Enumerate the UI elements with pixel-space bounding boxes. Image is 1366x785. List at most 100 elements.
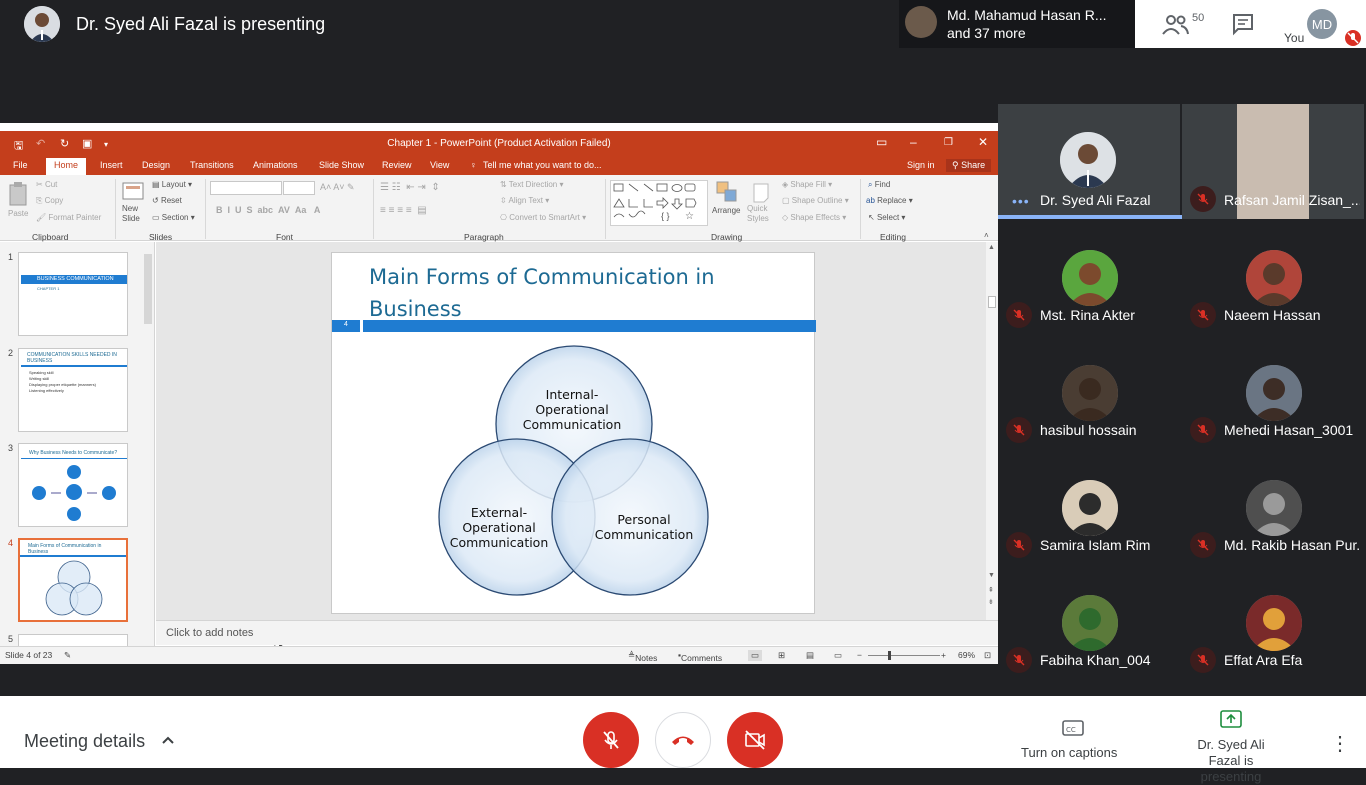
shape-effects-button[interactable]: ◇ Shape Effects ▾ (782, 213, 846, 222)
thumbnails-scrollbar[interactable] (143, 250, 153, 650)
find-button[interactable]: ⌕ Find (868, 180, 890, 190)
fit-slide-icon[interactable]: ⊡ (984, 650, 991, 661)
new-slide-icon[interactable] (122, 180, 144, 202)
layout-button[interactable]: ▤ Layout ▾ (152, 180, 192, 189)
convert-smartart-button[interactable]: ⎔ Convert to SmartArt ▾ (500, 213, 586, 222)
current-slide[interactable]: Main Forms of Communication in Business … (331, 252, 816, 614)
tab-animations[interactable]: Animations (253, 160, 298, 170)
captions-icon[interactable]: CC (1062, 720, 1084, 736)
tell-me-box[interactable]: Tell me what you want to do... (483, 160, 602, 170)
zoom-slider-thumb[interactable] (888, 651, 891, 660)
tab-home[interactable]: Home (46, 158, 87, 175)
tab-file[interactable]: File (13, 160, 28, 170)
tab-transitions[interactable]: Transitions (190, 160, 234, 170)
shape-outline-button[interactable]: ▢ Shape Outline ▾ (782, 196, 849, 205)
participant-tile[interactable]: Mehedi Hasan_3001 (1182, 334, 1364, 449)
participant-tile[interactable]: Samira Islam Rim (998, 449, 1180, 564)
notes-toggle[interactable]: ≜ Notes (628, 650, 657, 663)
camera-toggle-button[interactable] (727, 712, 783, 768)
self-avatar[interactable]: MD (1307, 9, 1337, 39)
slide-thumbnail-3[interactable]: Why Business Needs to Communicate? (18, 443, 128, 527)
sign-in-link[interactable]: Sign in (907, 160, 935, 170)
slide-title[interactable]: Main Forms of Communication in Business (369, 261, 769, 325)
align-buttons[interactable]: ≡ ≡ ≡ ≡ ▤ (380, 205, 427, 216)
people-icon[interactable] (1159, 10, 1195, 38)
scroll-up-icon[interactable]: ▲ (988, 244, 995, 251)
paste-icon[interactable] (8, 181, 30, 207)
font-style-buttons[interactable]: B I U S abc AV Aa A (216, 205, 320, 215)
close-icon[interactable]: ✕ (978, 135, 988, 149)
tab-view[interactable]: View (430, 160, 449, 170)
zoom-level[interactable]: 69% (958, 650, 975, 660)
present-screen-icon[interactable] (1220, 710, 1242, 728)
shapes-gallery[interactable]: { } ☆ (610, 180, 708, 226)
more-options-icon[interactable]: ⋮ (1330, 731, 1350, 756)
tab-slide-show[interactable]: Slide Show (319, 160, 364, 170)
notes-pane[interactable]: Click to add notes (156, 620, 998, 645)
minimize-icon[interactable]: – (910, 135, 917, 149)
microphone-toggle-button[interactable] (583, 712, 639, 768)
participant-tile[interactable]: Effat Ara Efa (1182, 564, 1364, 679)
reset-button[interactable]: ↺ Reset (152, 196, 182, 205)
cut-button[interactable]: ✂ Cut (36, 180, 57, 189)
font-name-box[interactable] (210, 181, 282, 195)
tab-design[interactable]: Design (142, 160, 170, 170)
align-text-button[interactable]: ⇳ Align Text ▾ (500, 196, 549, 205)
tab-insert[interactable]: Insert (100, 160, 123, 170)
chat-icon[interactable] (1231, 12, 1255, 36)
section-button[interactable]: ▭ Section ▾ (152, 213, 195, 222)
spell-check-icon[interactable]: ✎ (64, 650, 71, 661)
zoom-out-icon[interactable]: − (857, 650, 862, 660)
slide-vertical-scrollbar[interactable]: ▲ ▼ ⇞ ⇟ (986, 242, 998, 620)
slide-thumbnail-4[interactable]: Main Forms of Communication in Business (18, 538, 128, 622)
scroll-down-icon[interactable]: ▼ (988, 572, 995, 579)
previous-slide-icon[interactable]: ⇞ (988, 586, 994, 594)
zoom-slider[interactable] (868, 655, 940, 656)
shape-fill-button[interactable]: ◈ Shape Fill ▾ (782, 180, 832, 189)
participant-tile[interactable]: ••• Dr. Syed Ali Fazal (998, 104, 1182, 219)
meeting-details-button[interactable]: Meeting details (24, 731, 145, 752)
notes-placeholder[interactable]: Click to add notes (166, 627, 253, 639)
joined-people-chip[interactable]: Md. Mahamud Hasan R... and 37 more (899, 0, 1135, 48)
arrange-icon[interactable] (716, 181, 740, 203)
leave-call-button[interactable] (655, 712, 711, 768)
next-slide-icon[interactable]: ⇟ (988, 598, 994, 606)
paste-button[interactable]: Paste (8, 209, 28, 218)
presenting-status[interactable]: Dr. Syed Ali Fazal is presenting (1180, 737, 1282, 785)
slide-thumbnail-2[interactable]: COMMUNICATION SKILLS NEEDED IN BUSINESS … (18, 348, 128, 432)
participant-tile[interactable]: Naeem Hassan (1182, 219, 1364, 334)
font-size-box[interactable] (283, 181, 315, 195)
participant-tile[interactable]: Mst. Rina Akter (998, 219, 1180, 334)
copy-button[interactable]: ⎘ Copy (36, 196, 63, 206)
participant-tile[interactable]: Md. Rakib Hasan Pur... (1182, 449, 1364, 564)
arrange-button[interactable]: Arrange (712, 206, 740, 215)
quick-styles-icon[interactable] (750, 180, 772, 204)
new-slide-button[interactable]: New Slide (122, 204, 146, 224)
captions-button[interactable]: Turn on captions (1021, 745, 1117, 760)
tab-review[interactable]: Review (382, 160, 412, 170)
text-direction-button[interactable]: ⇅ Text Direction ▾ (500, 180, 564, 189)
maximize-icon[interactable]: ❐ (944, 137, 953, 148)
slide-sorter-icon[interactable]: ⊞ (778, 650, 785, 661)
font-grow-shrink-buttons[interactable]: A˄ A˅ ✎ (320, 182, 355, 193)
share-button[interactable]: ⚲ Share (946, 159, 992, 172)
participant-tile[interactable]: Fabiha Khan_004 (998, 564, 1180, 679)
reading-view-icon[interactable]: ▤ (806, 650, 814, 661)
slideshow-view-icon[interactable]: ▭ (834, 650, 842, 661)
quick-styles-button[interactable]: Quick Styles (747, 204, 777, 224)
scroll-thumb[interactable] (988, 296, 996, 308)
chevron-up-icon[interactable] (160, 732, 176, 748)
participant-tile[interactable]: Rafsan Jamil Zisan_... (1182, 104, 1364, 219)
list-buttons[interactable]: ☰ ☷ ⇤ ⇥ ⇕ (380, 182, 440, 193)
venn-diagram[interactable] (432, 341, 722, 611)
comments-toggle[interactable]: ▪ Comments (678, 650, 722, 663)
format-painter-button[interactable]: 🖌 Format Painter (36, 213, 101, 222)
ribbon-display-icon[interactable]: ▭ (876, 135, 887, 149)
select-button[interactable]: ↖ Select ▾ (868, 213, 905, 222)
replace-button[interactable]: ab Replace ▾ (866, 196, 913, 205)
slide-thumbnail-1[interactable]: BUSINESS COMMUNICATION CHAPTER 1 (18, 252, 128, 336)
collapse-ribbon-icon[interactable]: ˄ (984, 231, 989, 240)
participant-tile[interactable]: hasibul hossain (998, 334, 1180, 449)
zoom-in-icon[interactable]: + (941, 650, 946, 660)
scroll-thumb[interactable] (144, 254, 152, 324)
